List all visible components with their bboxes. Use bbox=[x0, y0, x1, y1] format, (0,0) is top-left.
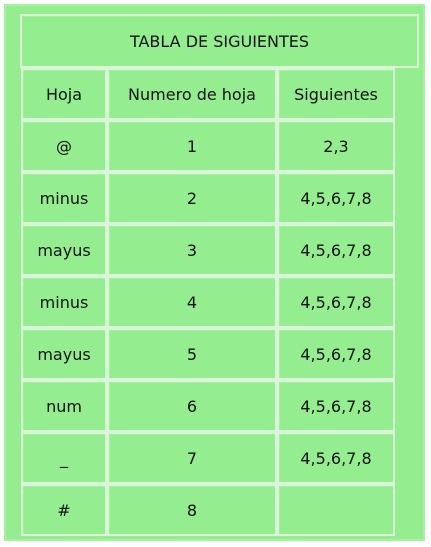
table-cell-numero: 5 bbox=[107, 328, 277, 380]
table-cell-numero: 3 bbox=[107, 224, 277, 276]
table-cell-numero: 6 bbox=[107, 380, 277, 432]
siguientes-table: TABLA DE SIGUIENTES Hoja Numero de hoja … bbox=[4, 4, 425, 541]
table-cell-hoja: # bbox=[21, 484, 107, 536]
table-cell-hoja: @ bbox=[21, 120, 107, 172]
table-cell-numero: 2 bbox=[107, 172, 277, 224]
table-cell-hoja: minus bbox=[21, 276, 107, 328]
table-cell-siguientes: 4,5,6,7,8 bbox=[277, 224, 395, 276]
table-cell-hoja: num bbox=[21, 380, 107, 432]
table-cell-hoja: _ bbox=[21, 432, 107, 484]
table-cell-siguientes bbox=[277, 484, 395, 536]
table-cell-hoja: mayus bbox=[21, 224, 107, 276]
table-cell-siguientes: 4,5,6,7,8 bbox=[277, 380, 395, 432]
table-cell-siguientes: 4,5,6,7,8 bbox=[277, 276, 395, 328]
table-cell-numero: 7 bbox=[107, 432, 277, 484]
table-cell-siguientes: 4,5,6,7,8 bbox=[277, 328, 395, 380]
table-cell-numero: 4 bbox=[107, 276, 277, 328]
table-cell-siguientes: 4,5,6,7,8 bbox=[277, 172, 395, 224]
table-title: TABLA DE SIGUIENTES bbox=[20, 14, 419, 68]
table-cell-siguientes: 4,5,6,7,8 bbox=[277, 432, 395, 484]
table-cell-numero: 1 bbox=[107, 120, 277, 172]
table-cell-siguientes: 2,3 bbox=[277, 120, 395, 172]
header-siguientes: Siguientes bbox=[277, 68, 395, 120]
table-cell-hoja: mayus bbox=[21, 328, 107, 380]
table-cell-numero: 8 bbox=[107, 484, 277, 536]
header-numero-de-hoja: Numero de hoja bbox=[107, 68, 277, 120]
header-hoja: Hoja bbox=[21, 68, 107, 120]
table-cell-hoja: minus bbox=[21, 172, 107, 224]
